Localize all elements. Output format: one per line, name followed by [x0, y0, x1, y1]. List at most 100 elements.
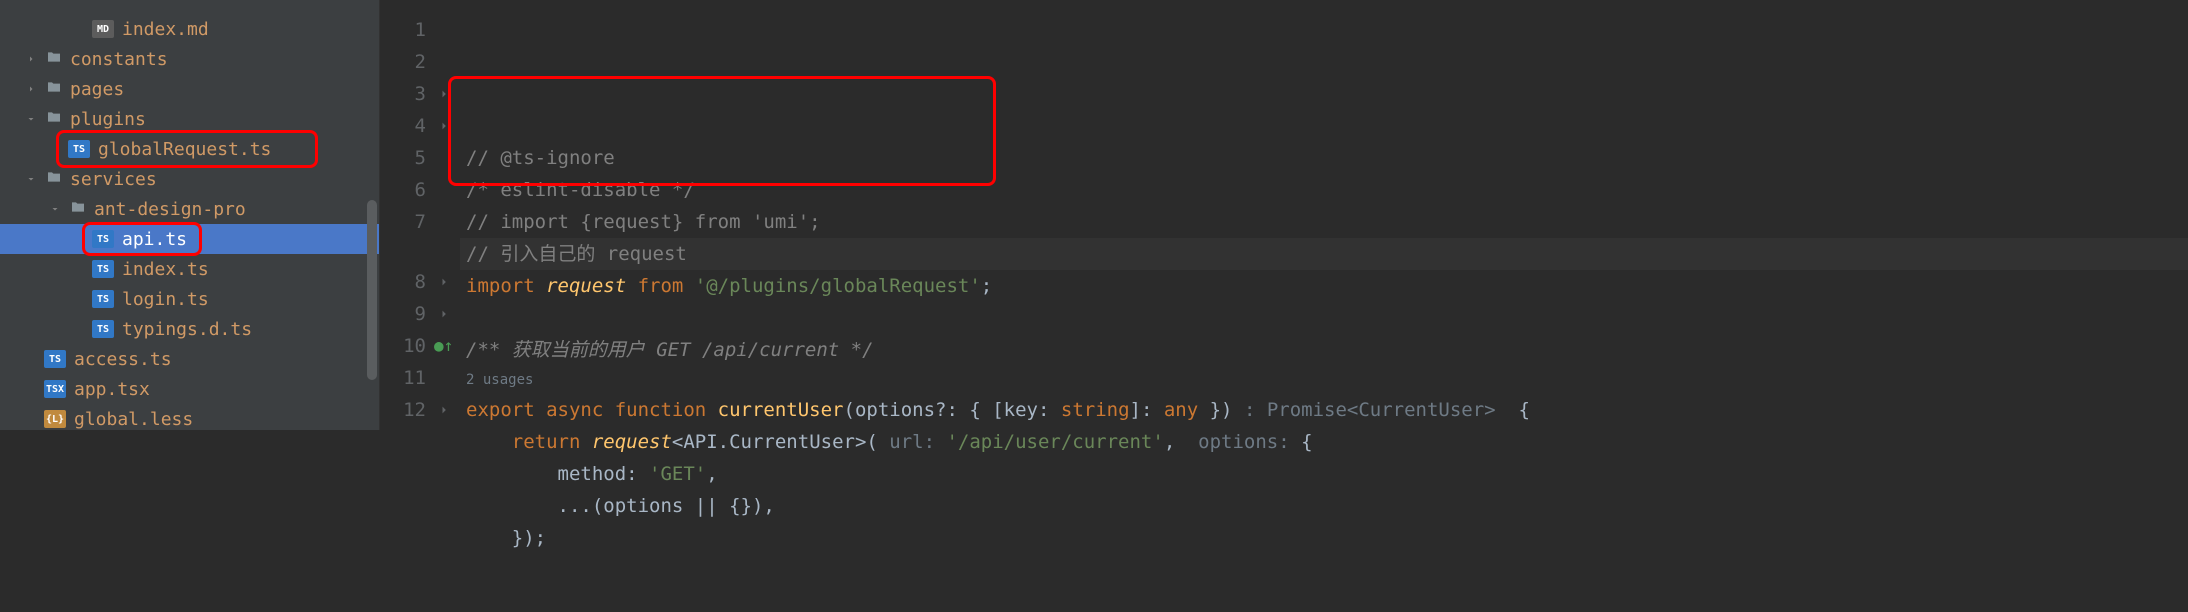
fold-marker[interactable] [440, 78, 460, 110]
usages-hint[interactable]: 2 usages [460, 366, 2188, 394]
tree-folder-plugins[interactable]: plugins [0, 104, 379, 134]
expand-caret-icon[interactable] [24, 82, 38, 96]
expand-caret-icon[interactable] [48, 202, 62, 216]
expand-caret-icon[interactable] [48, 142, 62, 156]
fold-marker[interactable] [440, 110, 460, 142]
code-token: , [1164, 426, 1198, 458]
tree-file-global.less[interactable]: {L}global.less [0, 404, 379, 430]
code-line[interactable]: /** 获取当前的用户 GET /api/current */ [460, 334, 2188, 366]
tree-folder-services[interactable]: services [0, 164, 379, 194]
code-token: '@/plugins/globalRequest' [695, 270, 981, 302]
line-number: 11 [380, 362, 426, 394]
expand-caret-icon[interactable] [72, 232, 86, 246]
fold-marker[interactable] [440, 298, 460, 330]
code-line[interactable]: ...(options || {}), [460, 490, 2188, 522]
code-token: request [592, 426, 672, 458]
fold-marker[interactable] [440, 206, 460, 238]
code-line[interactable]: export async function currentUser(option… [460, 394, 2188, 426]
code-line[interactable]: }); [460, 522, 2188, 554]
line-number: 9 [380, 298, 426, 330]
file-type-icon: MD [92, 20, 114, 38]
tree-item-label: login.ts [122, 289, 209, 310]
tree-folder-ant-design-pro[interactable]: ant-design-pro [0, 194, 379, 224]
expand-caret-icon[interactable] [72, 22, 86, 36]
tree-item-label: globalRequest.ts [98, 139, 271, 160]
expand-caret-icon[interactable] [72, 322, 86, 336]
code-line[interactable] [460, 302, 2188, 334]
file-type-icon: TS [68, 140, 90, 158]
editor-area: 123456789101112 ●↑ // @ts-ignore/* eslin… [380, 0, 2188, 430]
file-type-icon: TS [92, 260, 114, 278]
code-token: async [546, 394, 615, 426]
expand-caret-icon[interactable] [24, 172, 38, 186]
tree-item-label: plugins [70, 109, 146, 130]
folder-icon [44, 169, 64, 185]
tree-folder-constants[interactable]: constants [0, 44, 379, 74]
project-sidebar: MD index.md constants pages plugins TS globalR… [0, 0, 380, 430]
line-number: 4 [380, 110, 426, 142]
code-line[interactable]: method: 'GET', [460, 458, 2188, 490]
code-token: ]: [1130, 394, 1164, 426]
expand-caret-icon[interactable] [72, 262, 86, 276]
code-token: /* eslint-disable */ [466, 174, 695, 206]
folder-icon [44, 109, 64, 130]
code-area[interactable]: 123456789101112 ●↑ // @ts-ignore/* eslin… [380, 0, 2188, 554]
fold-marker[interactable] [440, 142, 460, 174]
tree-file-typings.d.ts[interactable]: TStypings.d.ts [0, 314, 379, 344]
code-token: function [615, 394, 718, 426]
file-tree: MD index.md constants pages plugins TS globalR… [0, 10, 379, 430]
fold-marker[interactable] [440, 14, 460, 46]
code-line[interactable]: return request<API.CurrentUser>( url: '/… [460, 426, 2188, 458]
code-token: from [626, 270, 695, 302]
code-token: /** 获取当前的用户 GET /api/current */ [466, 334, 874, 366]
git-change-marker-icon[interactable]: ●↑ [440, 330, 460, 362]
fold-marker[interactable] [440, 46, 460, 78]
folder-icon [44, 109, 64, 125]
file-type-icon: TSX [44, 380, 66, 398]
tree-item-label: index.md [122, 19, 209, 40]
tree-file-access.ts[interactable]: TSaccess.ts [0, 344, 379, 374]
expand-caret-icon[interactable] [24, 412, 38, 426]
fold-marker[interactable] [440, 394, 460, 426]
expand-caret-icon[interactable] [24, 112, 38, 126]
sidebar-scrollbar[interactable] [367, 200, 377, 380]
code-token: // import {request} from 'umi'; [466, 206, 821, 238]
tree-file-index.md[interactable]: MD index.md [0, 14, 379, 44]
tree-item-label: ant-design-pro [94, 199, 246, 220]
code-lines[interactable]: // @ts-ignore/* eslint-disable */// impo… [460, 0, 2188, 554]
tree-item-label: app.tsx [74, 379, 150, 400]
tree-folder-pages[interactable]: pages [0, 74, 379, 104]
fold-gutter: ●↑ [440, 0, 460, 554]
tree-file-app.tsx[interactable]: TSX app.tsx [0, 374, 379, 404]
code-line[interactable]: // import {request} from 'umi'; [460, 206, 2188, 238]
code-token: options: [1198, 426, 1301, 458]
fold-marker[interactable] [440, 174, 460, 206]
expand-caret-icon[interactable] [24, 52, 38, 66]
fold-marker[interactable] [440, 266, 460, 298]
code-token: : Promise<CurrentUser> [1244, 394, 1507, 426]
line-number: 12 [380, 394, 426, 426]
fold-marker[interactable] [440, 362, 460, 394]
expand-caret-icon[interactable] [24, 352, 38, 366]
expand-caret-icon[interactable] [24, 382, 38, 396]
tree-item-label: constants [70, 49, 168, 70]
line-number: 1 [380, 14, 426, 46]
code-line[interactable]: // @ts-ignore [460, 142, 2188, 174]
code-token: ...(options || {}), [466, 490, 775, 522]
tree-file-globalRequest.ts[interactable]: TS globalRequest.ts [0, 134, 379, 164]
file-type-icon: TS [92, 290, 114, 308]
line-number: 5 [380, 142, 426, 174]
expand-caret-icon[interactable] [72, 292, 86, 306]
tree-file-login.ts[interactable]: TS login.ts [0, 284, 379, 314]
tree-item-label: index.ts [122, 259, 209, 280]
code-line[interactable]: // 引入自己的 request [460, 238, 2188, 270]
code-line[interactable]: /* eslint-disable */ [460, 174, 2188, 206]
line-number: 2 [380, 46, 426, 78]
tree-file-index.ts[interactable]: TS index.ts [0, 254, 379, 284]
code-token: { [1507, 394, 1530, 426]
code-token: <API.CurrentUser>( [672, 426, 889, 458]
code-line[interactable]: import request from '@/plugins/globalReq… [460, 270, 2188, 302]
code-token: currentUser [718, 394, 844, 426]
tree-file-api.ts[interactable]: TSapi.ts [0, 224, 379, 254]
code-token: any [1164, 394, 1198, 426]
